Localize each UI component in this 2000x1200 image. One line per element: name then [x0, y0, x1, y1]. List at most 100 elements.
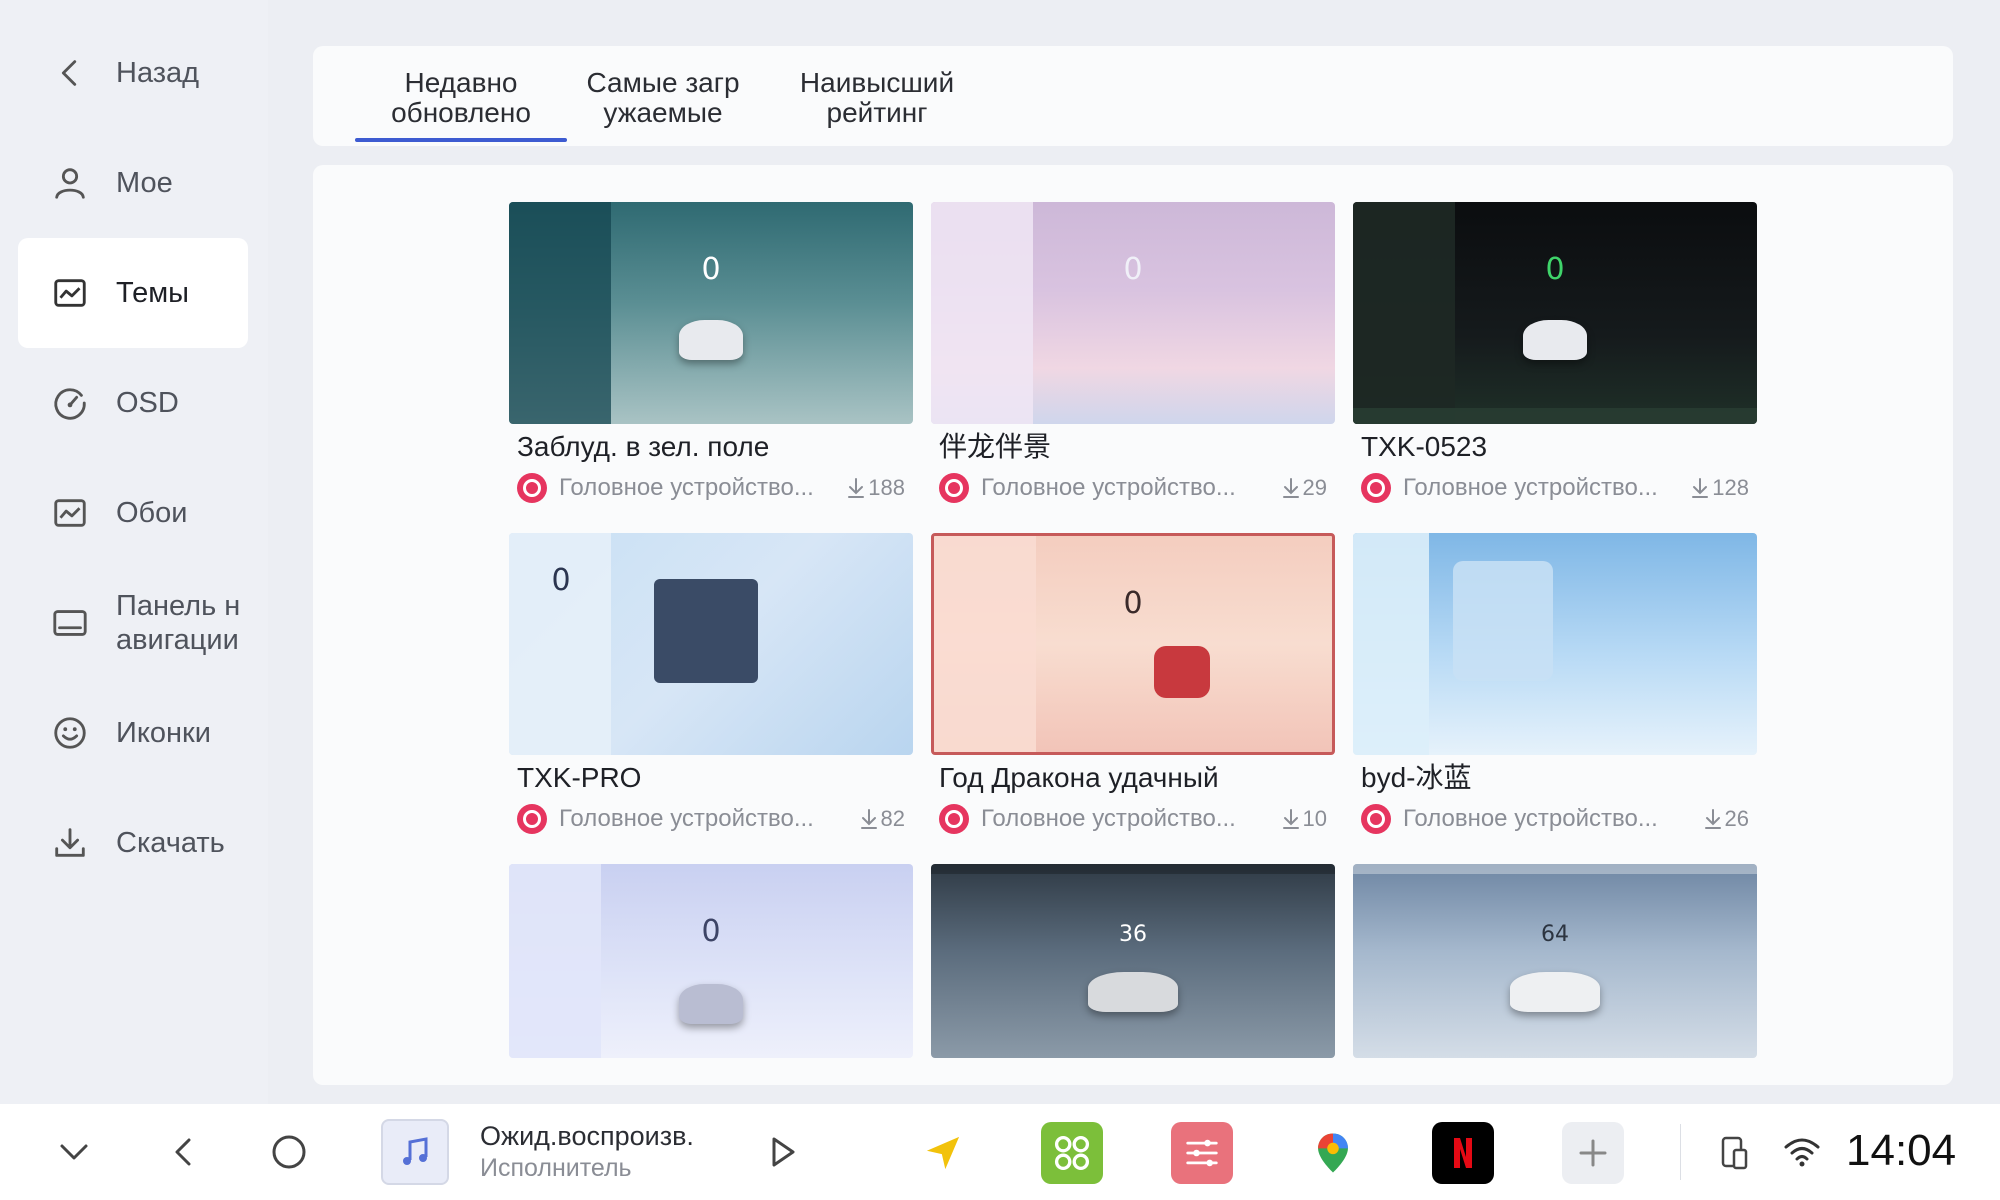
phone-status-button[interactable]	[1712, 1132, 1756, 1172]
app-grid-icon	[1054, 1135, 1090, 1171]
theme-card[interactable]: 36	[931, 864, 1335, 1085]
apps-button[interactable]	[1041, 1122, 1103, 1184]
download-count-icon	[1704, 809, 1721, 829]
download-count: 10	[1281, 806, 1335, 832]
sidebar-item-label: Темы	[116, 277, 189, 309]
sidebar: Назад Мое Темы OSD Обои Панель н авигаци…	[0, 0, 268, 1104]
media-title: Ожид.воспроизв.	[480, 1121, 694, 1151]
sidebar-item-label: Мое	[116, 167, 173, 199]
theme-grid: 0 Заблуд. в зел. поле Головное устройств…	[313, 165, 1953, 1085]
theme-source: Головное устройство...	[1403, 805, 1658, 832]
tab-bar: Недавно обновлено Самые загр ужаемые Наи…	[313, 46, 1953, 146]
navigation-arrow-icon	[926, 1136, 960, 1170]
sidebar-item-themes[interactable]: Темы	[18, 238, 248, 348]
navigation-app-button[interactable]	[912, 1122, 974, 1184]
car-image	[1523, 320, 1587, 360]
music-note-icon	[403, 1137, 428, 1165]
sidebar-item-osd[interactable]: OSD	[18, 348, 248, 458]
equalizer-app-button[interactable]	[1171, 1122, 1233, 1184]
theme-card[interactable]: 0 TXK-0523 Головное устройство... 128	[1353, 202, 1757, 512]
sidebar-item-mine[interactable]: Мое	[18, 128, 248, 238]
theme-thumbnail: 0	[1353, 202, 1757, 424]
download-count-icon	[848, 478, 865, 498]
chevron-down-icon	[60, 1144, 88, 1160]
theme-thumbnail: 0	[509, 864, 913, 1058]
car-image	[679, 320, 743, 360]
theme-source: Головное устройство...	[559, 805, 814, 832]
download-count: 128	[1690, 475, 1757, 501]
phone-battery-icon	[1721, 1136, 1748, 1170]
sidebar-item-label: OSD	[116, 387, 179, 419]
theme-thumbnail: 0	[509, 202, 913, 424]
tab-most-downloaded[interactable]: Самые загр ужаемые	[563, 68, 763, 128]
collapse-button[interactable]	[50, 1132, 98, 1172]
theme-card[interactable]: 0	[509, 864, 913, 1085]
gauge-icon	[40, 373, 100, 433]
theme-card[interactable]: 0 Год Дракона удачный Головное устройств…	[931, 533, 1335, 843]
back-chevron-icon	[175, 1138, 191, 1166]
media-album-art[interactable]	[381, 1119, 449, 1185]
dragon-car-image	[1154, 646, 1210, 698]
download-count-value: 26	[1724, 806, 1749, 831]
back-label: Назад	[116, 57, 200, 89]
theme-card[interactable]: 0 伴龙伴景 Головное устройство... 29	[931, 202, 1335, 512]
navbar-icon	[40, 593, 100, 653]
system-bar: Ожид.воспроизв. Исполнитель 14:04	[0, 1104, 2000, 1200]
plus-icon	[1579, 1139, 1607, 1167]
tab-recently-updated[interactable]: Недавно обновлено	[355, 68, 567, 142]
brand-logo-icon	[939, 804, 969, 834]
download-count-value: 188	[868, 475, 905, 500]
theme-thumbnail	[1353, 533, 1757, 755]
brand-logo-icon	[1361, 473, 1391, 503]
theme-thumbnail: 64	[1353, 864, 1757, 1058]
netflix-app-button[interactable]	[1432, 1122, 1494, 1184]
download-count-icon	[1282, 478, 1299, 498]
media-info[interactable]: Ожид.воспроизв. Исполнитель	[480, 1120, 694, 1184]
theme-card[interactable]: 0 TXK-PRO Головное устройство... 82	[509, 533, 913, 843]
theme-icon	[40, 263, 100, 323]
theme-card[interactable]: 64	[1353, 864, 1757, 1085]
download-icon	[40, 813, 100, 873]
sidebar-item-label: Иконки	[116, 717, 211, 749]
brand-logo-icon	[1361, 804, 1391, 834]
nav-back-button[interactable]	[160, 1132, 208, 1172]
tab-top-rated[interactable]: Наивысший рейтинг	[767, 68, 987, 128]
sidebar-item-wallpapers[interactable]: Обои	[18, 458, 248, 568]
theme-card[interactable]: 0 Заблуд. в зел. поле Головное устройств…	[509, 202, 913, 512]
play-icon	[772, 1137, 795, 1167]
back-button[interactable]: Назад	[18, 18, 248, 128]
theme-card[interactable]: byd-冰蓝 Головное устройство... 26	[1353, 533, 1757, 843]
sidebar-item-navbar[interactable]: Панель н авигации	[18, 568, 248, 678]
car-image	[1088, 972, 1178, 1012]
wallpaper-icon	[40, 483, 100, 543]
sliders-icon	[1186, 1139, 1218, 1167]
theme-source: Головное устройство...	[1403, 474, 1658, 501]
download-count-value: 10	[1302, 806, 1327, 831]
download-count: 29	[1281, 475, 1335, 501]
speed-readout: 0	[1123, 252, 1143, 287]
play-button[interactable]	[758, 1132, 806, 1172]
theme-thumbnail: 0	[509, 533, 913, 755]
sidebar-item-icons[interactable]: Иконки	[18, 678, 248, 788]
download-count-icon	[1282, 809, 1299, 829]
smiley-icon	[40, 703, 100, 763]
download-count-value: 29	[1302, 475, 1327, 500]
theme-source: Головное устройство...	[981, 805, 1236, 832]
download-count-icon	[860, 809, 877, 829]
sidebar-item-download[interactable]: Скачать	[18, 788, 248, 898]
theme-thumbnail: 36	[931, 864, 1335, 1058]
add-app-button[interactable]	[1562, 1122, 1624, 1184]
back-chevron-icon	[40, 43, 100, 103]
speed-readout: 0	[551, 563, 571, 598]
ice-cube-image	[1453, 561, 1553, 681]
theme-title: Заблуд. в зел. поле	[517, 431, 770, 462]
download-count-icon	[1692, 478, 1709, 498]
maps-app-button[interactable]	[1302, 1122, 1364, 1184]
divider	[1680, 1124, 1681, 1180]
status-clock: 14:04	[1846, 1126, 1957, 1175]
wifi-status[interactable]	[1780, 1132, 1824, 1172]
download-count: 82	[859, 806, 913, 832]
media-artist: Исполнитель	[480, 1154, 632, 1182]
home-button[interactable]	[265, 1132, 313, 1172]
user-icon	[40, 153, 100, 213]
